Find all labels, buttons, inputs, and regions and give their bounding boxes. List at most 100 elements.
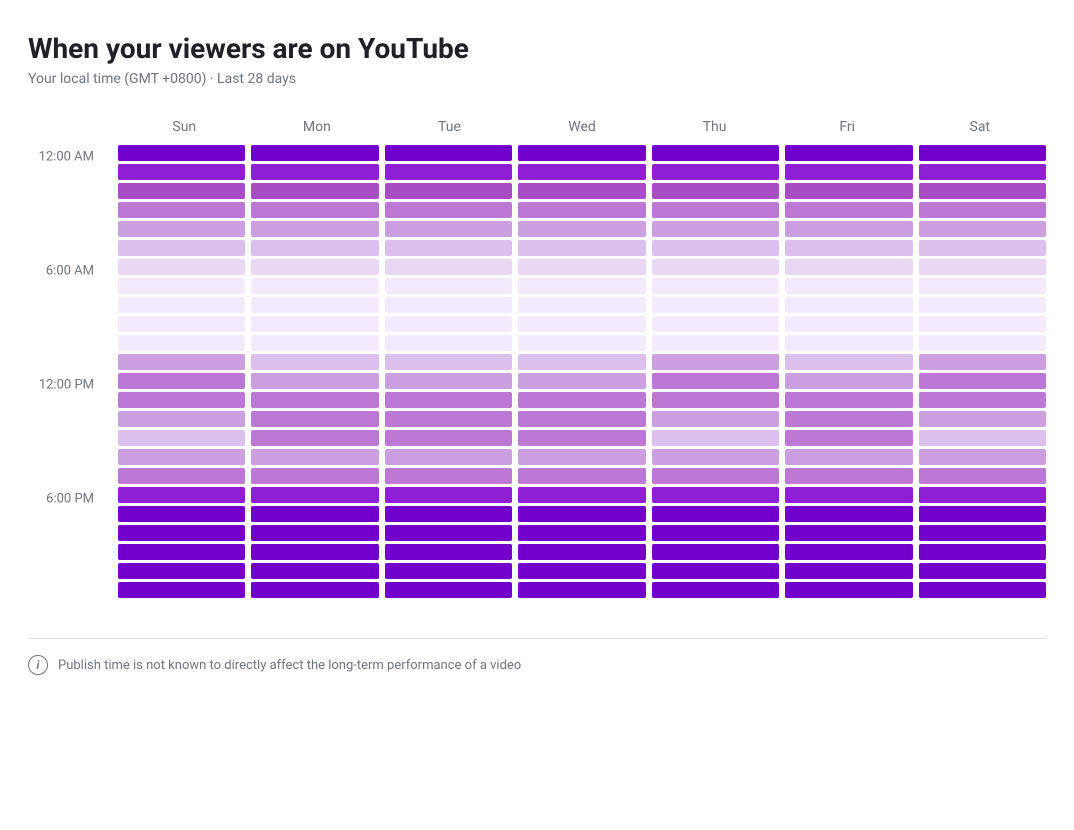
heat-cell xyxy=(785,278,912,294)
heat-cell xyxy=(785,202,912,218)
grid-area: SunMonTueWedThuFriSat xyxy=(118,119,1046,610)
heat-cell xyxy=(118,164,245,180)
heat-cell xyxy=(385,202,512,218)
heat-cell xyxy=(518,430,645,446)
heat-cell xyxy=(785,316,912,332)
heat-cell xyxy=(652,202,779,218)
heatmap-grid xyxy=(118,145,1046,610)
day-headers: SunMonTueWedThuFriSat xyxy=(118,119,1046,139)
heat-cell xyxy=(919,525,1046,541)
heat-cell xyxy=(518,392,645,408)
heat-cell xyxy=(251,316,378,332)
heat-cell xyxy=(251,183,378,199)
heat-cell xyxy=(385,449,512,465)
day-column xyxy=(785,145,912,610)
heat-cell xyxy=(118,544,245,560)
heat-cell xyxy=(652,506,779,522)
day-header: Thu xyxy=(648,119,781,139)
heat-cell xyxy=(251,430,378,446)
heat-cell xyxy=(518,316,645,332)
day-column xyxy=(652,145,779,610)
day-header: Tue xyxy=(383,119,516,139)
heat-cell xyxy=(919,392,1046,408)
heat-cell xyxy=(919,449,1046,465)
heat-cell xyxy=(118,259,245,275)
heat-cell xyxy=(385,183,512,199)
heat-cell xyxy=(251,354,378,370)
heat-cell xyxy=(785,392,912,408)
heat-cell xyxy=(919,373,1046,389)
heat-cell xyxy=(118,449,245,465)
heat-cell xyxy=(652,582,779,598)
heat-cell xyxy=(785,430,912,446)
heat-cell xyxy=(251,449,378,465)
heat-cell xyxy=(118,525,245,541)
heat-cell xyxy=(251,411,378,427)
heat-cell xyxy=(652,240,779,256)
heat-cell xyxy=(518,468,645,484)
subtitle: Your local time (GMT +0800) · Last 28 da… xyxy=(28,71,1046,87)
heat-cell xyxy=(518,563,645,579)
heat-cell xyxy=(518,506,645,522)
heat-cell xyxy=(118,183,245,199)
chart-wrapper: 12:00 AM6:00 AM12:00 PM6:00 PM SunMonTue… xyxy=(28,119,1046,610)
heat-cell xyxy=(385,278,512,294)
heat-cell xyxy=(919,164,1046,180)
footer: i Publish time is not known to directly … xyxy=(28,655,1046,675)
heat-cell xyxy=(919,411,1046,427)
heat-cell xyxy=(385,468,512,484)
y-label: 6:00 PM xyxy=(46,493,106,506)
heat-cell xyxy=(785,221,912,237)
heat-cell xyxy=(518,373,645,389)
heat-cell xyxy=(785,240,912,256)
heat-cell xyxy=(518,411,645,427)
heat-cell xyxy=(118,411,245,427)
heat-cell xyxy=(251,278,378,294)
heat-cell xyxy=(919,297,1046,313)
heat-cell xyxy=(385,316,512,332)
heat-cell xyxy=(652,525,779,541)
heat-cell xyxy=(385,373,512,389)
heat-cell xyxy=(652,544,779,560)
heat-cell xyxy=(785,354,912,370)
heat-cell xyxy=(118,278,245,294)
heat-cell xyxy=(251,373,378,389)
heat-cell xyxy=(785,468,912,484)
heat-cell xyxy=(385,335,512,351)
page-container: When your viewers are on YouTube Your lo… xyxy=(28,32,1046,675)
heat-cell xyxy=(251,563,378,579)
heat-cell xyxy=(518,354,645,370)
heat-cell xyxy=(919,145,1046,161)
heat-cell xyxy=(118,202,245,218)
heat-cell xyxy=(652,449,779,465)
heat-cell xyxy=(251,164,378,180)
heat-cell xyxy=(785,411,912,427)
heat-cell xyxy=(919,240,1046,256)
y-label: 12:00 PM xyxy=(39,379,106,392)
heat-cell xyxy=(518,145,645,161)
heat-cell xyxy=(652,335,779,351)
footer-text: Publish time is not known to directly af… xyxy=(58,658,521,673)
heat-cell xyxy=(518,525,645,541)
heat-cell xyxy=(785,297,912,313)
heat-cell xyxy=(652,183,779,199)
heat-cell xyxy=(118,354,245,370)
heat-cell xyxy=(785,449,912,465)
heat-cell xyxy=(385,297,512,313)
heat-cell xyxy=(251,297,378,313)
heat-cell xyxy=(652,563,779,579)
heat-cell xyxy=(652,297,779,313)
heat-cell xyxy=(785,183,912,199)
heat-cell xyxy=(251,544,378,560)
heat-cell xyxy=(785,145,912,161)
day-column xyxy=(118,145,245,610)
day-column xyxy=(251,145,378,610)
heat-cell xyxy=(385,240,512,256)
heat-cell xyxy=(385,582,512,598)
heat-cell xyxy=(385,430,512,446)
heat-cell xyxy=(652,259,779,275)
day-header: Mon xyxy=(251,119,384,139)
heat-cell xyxy=(785,373,912,389)
heat-cell xyxy=(919,335,1046,351)
y-axis: 12:00 AM6:00 AM12:00 PM6:00 PM xyxy=(28,119,118,610)
